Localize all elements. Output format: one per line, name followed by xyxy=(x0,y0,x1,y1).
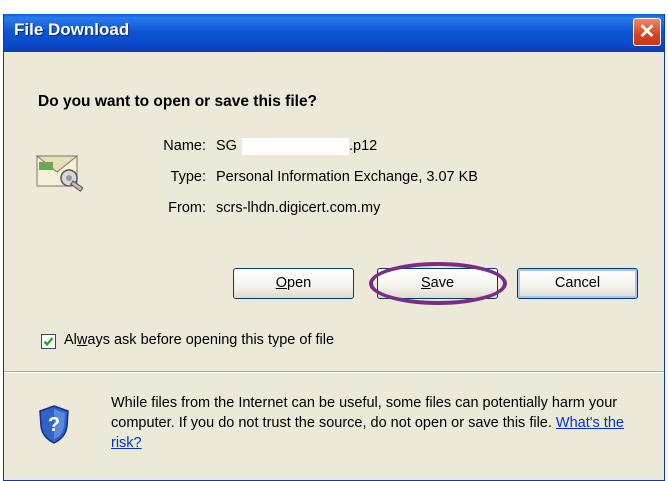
name-label: Name: xyxy=(163,138,206,154)
warning-text: While files from the Internet can be use… xyxy=(111,395,618,431)
svg-text:?: ? xyxy=(48,414,60,436)
close-button[interactable]: ✕ xyxy=(633,18,661,46)
security-warning: While files from the Internet can be use… xyxy=(111,393,651,453)
checkmark-icon xyxy=(43,337,54,347)
cancel-label: Cancel xyxy=(554,275,601,291)
from-value: scrs-lhdn.digicert.com.my xyxy=(216,200,381,216)
redacted-filename xyxy=(242,138,349,155)
name-value-suffix: .p12 xyxy=(349,138,378,154)
name-value-prefix: SG xyxy=(216,138,237,154)
title-bar[interactable]: File Download ✕ xyxy=(4,14,664,52)
always-ask-checkbox[interactable] xyxy=(41,334,56,349)
close-icon: ✕ xyxy=(638,21,656,43)
divider xyxy=(4,371,664,373)
open-accel: O xyxy=(275,275,288,291)
type-label: Type: xyxy=(170,169,206,185)
from-label: From: xyxy=(168,200,206,216)
window-title: File Download xyxy=(14,20,130,39)
certificate-file-icon xyxy=(35,148,87,199)
always-ask-label[interactable]: Always ask before opening this type of f… xyxy=(64,332,334,348)
dialog-question: Do you want to open or save this file? xyxy=(38,93,318,110)
save-highlight-ellipse xyxy=(369,262,507,305)
security-shield-icon: ? xyxy=(38,404,70,449)
file-download-dialog: File Download ✕ Do you want to open or s… xyxy=(3,14,665,481)
open-button[interactable]: Open xyxy=(233,268,354,299)
type-value: Personal Information Exchange, 3.07 KB xyxy=(216,169,478,185)
cancel-button[interactable]: Cancel xyxy=(517,268,638,299)
